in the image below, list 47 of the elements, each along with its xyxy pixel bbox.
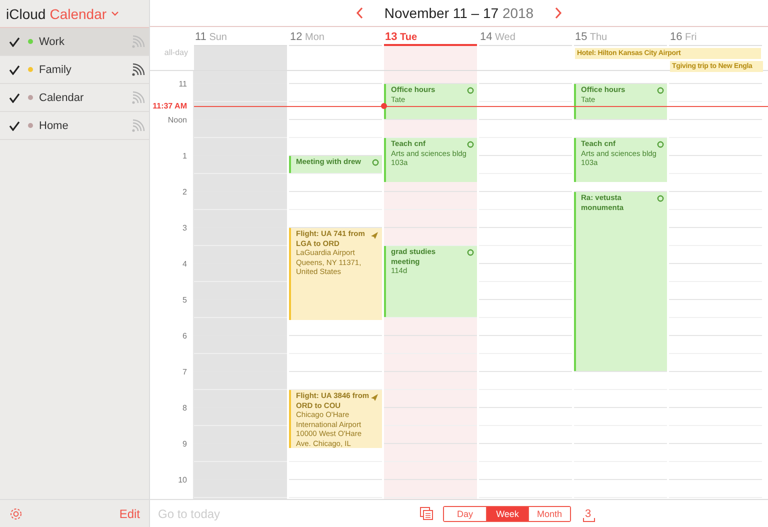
calendar-name: Family <box>39 64 72 76</box>
day-header[interactable]: 12 Mon <box>289 27 382 46</box>
day-header[interactable]: 14 Wed <box>479 27 572 46</box>
hour-label: 2 <box>182 188 187 196</box>
hour-label: 11 <box>178 80 187 88</box>
calendar-menu[interactable]: Calendar <box>50 6 119 22</box>
circle-icon <box>372 159 379 166</box>
hour-label: 6 <box>182 332 187 340</box>
day-header[interactable]: 16 Fri <box>669 27 762 46</box>
calendar-name: Work <box>39 36 66 48</box>
current-time-label: 11:37 AM <box>152 102 187 111</box>
hour-label: 10 <box>178 476 187 484</box>
calendar-list-item[interactable]: Family <box>0 56 149 84</box>
circle-icon <box>657 195 664 202</box>
day-header[interactable]: 15 Thu <box>574 27 667 46</box>
plane-icon <box>370 231 379 239</box>
app-brand: iCloud <box>6 6 46 22</box>
date-range-title: November 11 – 17 2018 <box>384 5 534 21</box>
hour-label: Noon <box>168 116 187 124</box>
calendar-name: Home <box>39 120 70 132</box>
hour-label: 4 <box>182 260 187 268</box>
view-tab[interactable]: Week <box>486 506 528 520</box>
calendar-list-item[interactable]: Home <box>0 112 149 140</box>
current-time-dot <box>381 103 387 110</box>
view-tab[interactable]: Month <box>528 506 570 520</box>
calendar-grid-icon[interactable] <box>420 507 433 520</box>
circle-icon <box>467 141 474 148</box>
hour-label: 8 <box>182 404 187 412</box>
circle-icon <box>467 249 474 256</box>
caret-icon <box>110 11 119 16</box>
hour-label: 5 <box>182 296 187 304</box>
circle-icon <box>467 87 474 94</box>
hour-label: 9 <box>182 440 187 448</box>
calendar-name: Calendar <box>39 92 85 104</box>
calendar-list-item[interactable]: Calendar <box>0 84 149 112</box>
settings-icon[interactable] <box>9 506 23 520</box>
plane-icon <box>370 393 379 401</box>
calendar-list-item[interactable]: Work <box>0 28 149 56</box>
inbox-count[interactable]: 3 <box>585 508 592 520</box>
hour-label: 3 <box>182 224 187 232</box>
hour-label: 1 <box>182 152 187 160</box>
circle-icon <box>657 141 664 148</box>
hour-label: 7 <box>182 368 187 376</box>
tray-icon[interactable] <box>583 518 596 522</box>
all-day-label: all-day <box>163 47 189 57</box>
edit-link[interactable]: Edit <box>119 506 140 520</box>
circle-icon <box>657 87 664 94</box>
